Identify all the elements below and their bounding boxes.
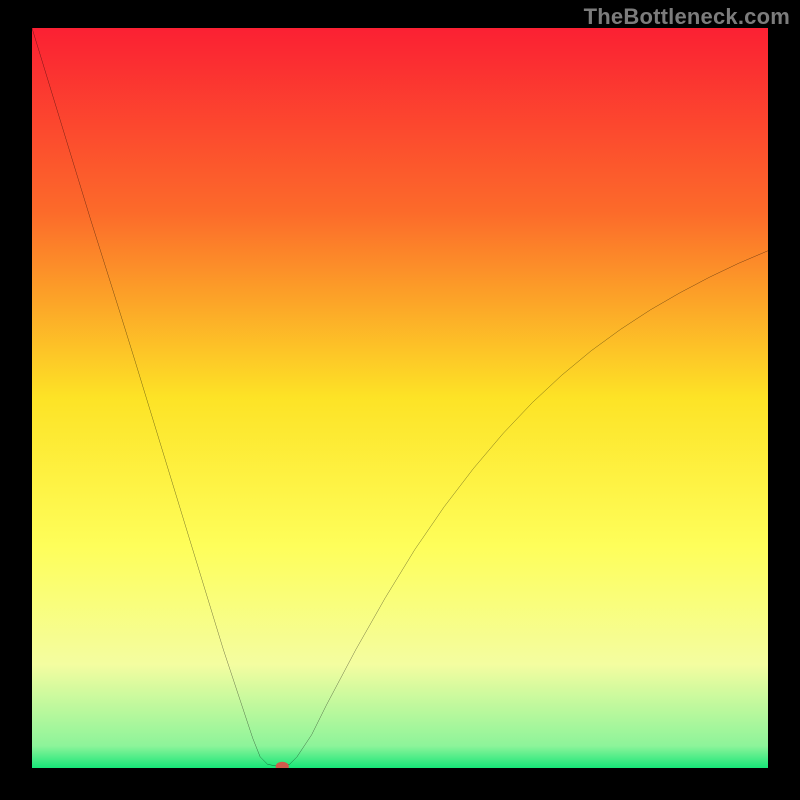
chart-plot-area bbox=[32, 28, 768, 768]
watermark-text: TheBottleneck.com bbox=[584, 4, 790, 30]
chart-svg bbox=[32, 28, 768, 768]
gradient-background bbox=[32, 28, 768, 768]
chart-frame: TheBottleneck.com bbox=[0, 0, 800, 800]
